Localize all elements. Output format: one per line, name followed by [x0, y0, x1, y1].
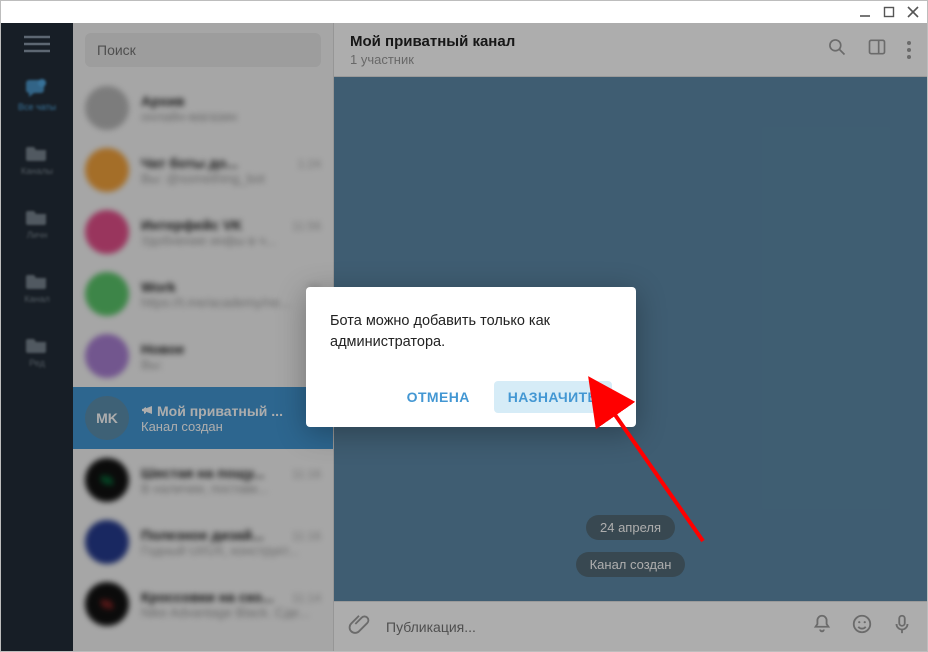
app-root: Все чаты Каналы Личн Канал Ред	[1, 23, 927, 651]
dialog-message: Бота можно добавить только как администр…	[330, 311, 612, 353]
window-maximize-button[interactable]	[881, 4, 897, 20]
window-frame: Все чаты Каналы Личн Канал Ред	[0, 0, 928, 652]
cancel-button[interactable]: ОТМЕНА	[393, 381, 484, 413]
confirm-button[interactable]: НАЗНАЧИТЬ	[494, 381, 612, 413]
titlebar	[1, 1, 927, 23]
confirm-dialog: Бота можно добавить только как администр…	[306, 287, 636, 427]
window-close-button[interactable]	[905, 4, 921, 20]
window-minimize-button[interactable]	[857, 4, 873, 20]
